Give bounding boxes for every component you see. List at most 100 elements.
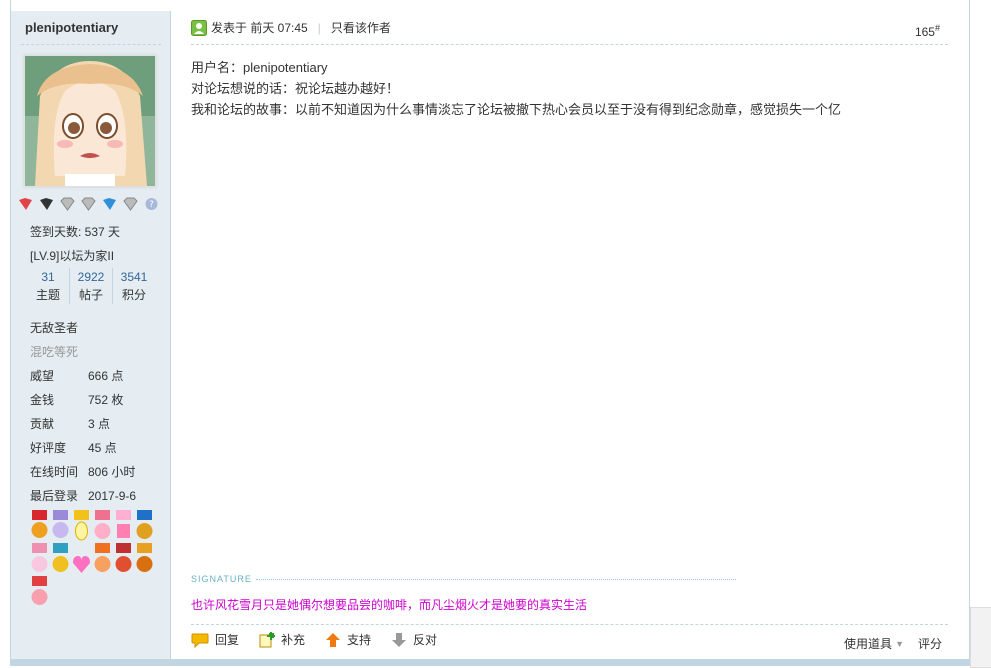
medal-icon[interactable] bbox=[71, 543, 92, 576]
avatar-image bbox=[25, 56, 155, 186]
supplement-label: 补充 bbox=[281, 633, 306, 647]
floor-mark: # bbox=[934, 23, 940, 33]
medal-icon[interactable] bbox=[92, 510, 113, 543]
signature-text: 也许风花雪月只是她偶尔想要品尝的咖啡，而凡尘烟火才是她要的真实生活 bbox=[191, 598, 588, 612]
reply-label: 回复 bbox=[215, 633, 240, 647]
diamond-icon[interactable] bbox=[59, 197, 76, 211]
medal-icon[interactable] bbox=[92, 543, 113, 576]
profile-row: 贡献 3 点 bbox=[30, 412, 136, 436]
post-header: 发表于 前天 07:45 | 只看该作者 bbox=[191, 19, 391, 36]
support-button[interactable]: 支持 bbox=[325, 631, 371, 648]
medal-icon[interactable] bbox=[113, 510, 134, 543]
medal-icon[interactable] bbox=[50, 543, 71, 576]
medal-icon[interactable] bbox=[29, 510, 50, 543]
medal-icon[interactable] bbox=[134, 543, 155, 576]
signature-label: SIGNATURE bbox=[191, 574, 736, 584]
divider bbox=[191, 44, 948, 45]
post-time: 发表于 前天 07:45 bbox=[211, 21, 308, 35]
stat-label: 帖子 bbox=[78, 288, 103, 302]
rate-button[interactable]: 评分 bbox=[918, 635, 942, 652]
post-body: 用户名：plenipotentiary 对论坛想说的话：祝论坛越办越好！ 我和论… bbox=[191, 57, 841, 120]
reply-button[interactable]: 回复 bbox=[191, 631, 239, 648]
profile-row: 最后登录 2017-9-6 bbox=[30, 484, 136, 508]
divider bbox=[255, 578, 736, 580]
red-badge-icon[interactable] bbox=[17, 197, 34, 211]
use-tool-button[interactable]: 使用道具 bbox=[844, 635, 892, 652]
badge-row: ? bbox=[17, 197, 160, 211]
row-key: 威望 bbox=[30, 369, 55, 383]
post-line: 对论坛想说的话：祝论坛越办越好！ bbox=[191, 81, 400, 96]
stat-number: 31 bbox=[41, 270, 55, 284]
edit-icon bbox=[259, 631, 276, 647]
thumb-down-arrow-icon bbox=[392, 632, 407, 647]
medal-icon[interactable] bbox=[134, 510, 155, 543]
medal-icon[interactable] bbox=[71, 510, 92, 543]
stat-number: 3541 bbox=[120, 270, 148, 284]
medal-list bbox=[29, 510, 155, 609]
divider bbox=[191, 624, 948, 625]
medal-icon[interactable] bbox=[29, 543, 50, 576]
stat-label: 主题 bbox=[35, 288, 60, 302]
medal-icon[interactable] bbox=[29, 576, 50, 609]
stat-points[interactable]: 3541 积分 bbox=[112, 268, 155, 304]
only-author-link[interactable]: 只看该作者 bbox=[331, 19, 391, 36]
user-stats: 31 主题 2922 帖子 3541 积分 bbox=[27, 268, 155, 304]
support-label: 支持 bbox=[347, 633, 372, 647]
profile-row: 好评度 45 点 bbox=[30, 436, 136, 460]
stat-number: 2922 bbox=[77, 270, 105, 284]
floor-value: 165 bbox=[914, 25, 935, 39]
post-line: 用户名：plenipotentiary bbox=[191, 60, 328, 75]
thumb-up-arrow-icon bbox=[326, 632, 341, 647]
post-actions: 回复 补充 支持 反对 bbox=[191, 631, 457, 648]
medal-icon[interactable] bbox=[113, 543, 134, 576]
profile-row: 在线时间 806 小时 bbox=[30, 460, 136, 484]
supplement-button[interactable]: 补充 bbox=[259, 631, 305, 648]
row-value: 3 点 bbox=[88, 417, 111, 431]
row-key: 好评度 bbox=[30, 441, 67, 455]
online-user-icon bbox=[191, 19, 207, 36]
divider bbox=[21, 44, 161, 45]
post-line: 我和论坛的故事：以前不知道因为什么事情淡忘了论坛被撤下热心会员以至于没有得到纪念… bbox=[191, 102, 842, 117]
medal-icon[interactable] bbox=[50, 510, 71, 543]
row-value: 2017-9-6 bbox=[88, 489, 137, 503]
row-key: 金钱 bbox=[30, 393, 55, 407]
row-value: 752 枚 bbox=[88, 393, 124, 407]
profile-rows: 无敌圣者 混吃等死 威望 666 点 金钱 752 枚 贡献 3 点 好评度 45 点 … bbox=[30, 316, 136, 508]
row-value: 806 小时 bbox=[88, 465, 136, 479]
stat-topics[interactable]: 31 主题 bbox=[27, 268, 69, 304]
user-level[interactable]: [LV.9]以坛为家II bbox=[30, 247, 114, 264]
avatar[interactable] bbox=[24, 55, 156, 187]
author-sidebar: plenipotentiary ? 签到天数: 537 天 [LV.9]以坛为家… bbox=[11, 11, 171, 659]
stat-label: 积分 bbox=[121, 288, 146, 302]
blue-badge-icon[interactable] bbox=[101, 197, 118, 211]
oppose-label: 反对 bbox=[413, 633, 438, 647]
post-content: 发表于 前天 07:45 | 只看该作者 165# 用户名：plenipoten… bbox=[171, 11, 968, 659]
stat-posts[interactable]: 2922 帖子 bbox=[69, 268, 112, 304]
signature-label-text: SIGNATURE bbox=[191, 574, 252, 584]
user-subtitle: 混吃等死 bbox=[30, 340, 136, 364]
row-key: 最后登录 bbox=[30, 489, 79, 503]
svg-text:?: ? bbox=[149, 200, 154, 210]
row-value: 666 点 bbox=[88, 369, 124, 383]
dropdown-icon[interactable]: ▼ bbox=[895, 639, 904, 649]
author-name[interactable]: plenipotentiary bbox=[25, 20, 118, 35]
signin-days: 签到天数: 537 天 bbox=[30, 225, 121, 239]
user-title: 无敌圣者 bbox=[30, 316, 136, 340]
title-text: 无敌圣者 bbox=[30, 321, 79, 335]
bottom-border bbox=[10, 659, 970, 666]
black-badge-icon[interactable] bbox=[38, 197, 55, 211]
diamond-icon[interactable] bbox=[122, 197, 139, 211]
profile-row: 金钱 752 枚 bbox=[30, 388, 136, 412]
reply-icon bbox=[191, 633, 209, 648]
floor-number[interactable]: 165# bbox=[915, 23, 940, 39]
row-key: 在线时间 bbox=[30, 465, 79, 479]
row-value: 45 点 bbox=[88, 441, 117, 455]
help-icon[interactable]: ? bbox=[143, 197, 160, 211]
post-tools: 使用道具 ▼ 评分 bbox=[844, 635, 942, 652]
side-toolbar[interactable] bbox=[970, 607, 991, 668]
row-key: 贡献 bbox=[30, 417, 55, 431]
separator: | bbox=[317, 20, 321, 35]
diamond-icon[interactable] bbox=[80, 197, 97, 211]
subtitle-text: 混吃等死 bbox=[30, 345, 79, 359]
oppose-button[interactable]: 反对 bbox=[391, 631, 437, 648]
